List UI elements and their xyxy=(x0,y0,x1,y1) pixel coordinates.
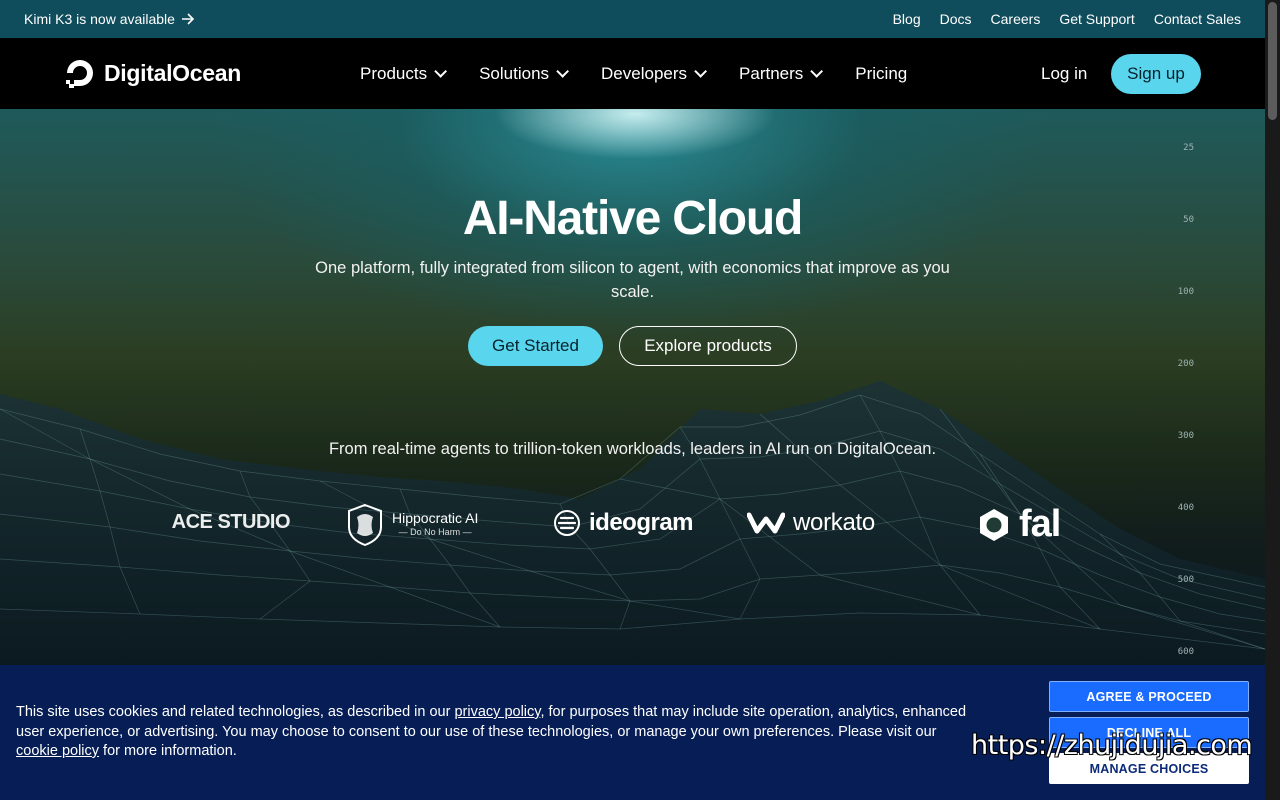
main-nav: DigitalOcean Products Solutions Develope… xyxy=(0,38,1265,109)
chevron-down-icon xyxy=(810,65,824,78)
cookie-message: This site uses cookies and related techn… xyxy=(16,703,976,762)
workato-logo: workato xyxy=(747,509,875,537)
fal-logo: fal xyxy=(977,503,1061,546)
chevron-down-icon xyxy=(694,65,708,78)
announcement-link[interactable]: Kimi K3 is now available xyxy=(24,11,195,27)
ruler-label: 25 xyxy=(1183,143,1194,153)
announcement-bar: Kimi K3 is now available Blog Docs Caree… xyxy=(0,0,1265,38)
ace-studio-wordmark: ACE STUDIO xyxy=(171,511,290,533)
ruler-label: 500 xyxy=(1177,575,1194,585)
announcement-text: Kimi K3 is now available xyxy=(24,11,175,27)
ruler-label: 100 xyxy=(1177,287,1194,297)
nav-menu: Products Solutions Developers Partners P… xyxy=(360,38,907,109)
link-contact-sales[interactable]: Contact Sales xyxy=(1154,11,1241,27)
agree-proceed-button[interactable]: AGREE & PROCEED xyxy=(1049,681,1249,712)
hippocratic-ai-logo: Hippocratic AI — Do No Harm — xyxy=(346,503,478,547)
workato-mark-icon xyxy=(747,512,785,534)
login-link[interactable]: Log in xyxy=(1041,64,1087,84)
ace-studio-logo: ACE STUDIO xyxy=(160,511,290,534)
nav-item-label: Developers xyxy=(601,63,688,83)
link-docs[interactable]: Docs xyxy=(940,11,972,27)
nav-item-solutions[interactable]: Solutions xyxy=(479,63,570,84)
get-started-button[interactable]: Get Started xyxy=(468,326,603,366)
hippocratic-ai-tagline: — Do No Harm — xyxy=(398,527,472,537)
privacy-policy-link[interactable]: privacy policy xyxy=(454,704,540,720)
hero-title: AI-Native Cloud xyxy=(462,192,804,245)
hippocratic-ai-wordmark: Hippocratic AI — Do No Harm — xyxy=(392,511,478,539)
ruler-label: 50 xyxy=(1183,215,1194,225)
cookie-text-start: This site uses cookies and related techn… xyxy=(16,704,455,720)
chevron-down-icon xyxy=(556,65,570,78)
cookie-policy-link[interactable]: cookie policy xyxy=(16,743,99,759)
ideogram-logo: ideogram xyxy=(553,509,694,537)
customer-logos: ACE STUDIO Hippocratic AI — Do No Harm —… xyxy=(0,501,1265,551)
ruler-label: 400 xyxy=(1177,503,1194,513)
ideogram-wordmark: ideogram xyxy=(589,509,694,536)
explore-products-button[interactable]: Explore products xyxy=(619,326,797,366)
link-get-support[interactable]: Get Support xyxy=(1059,11,1135,27)
nav-item-label: Solutions xyxy=(479,63,550,83)
leaders-caption: From real-time agents to trillion-token … xyxy=(328,440,937,458)
brand-logo[interactable]: DigitalOcean xyxy=(64,57,241,89)
depth-ruler: 25 50 100 200 300 400 500 600 xyxy=(1170,109,1200,665)
nav-item-label: Partners xyxy=(739,63,804,83)
ideogram-mark-icon xyxy=(554,510,580,536)
hippocratic-ai-emblem-icon xyxy=(348,503,382,547)
nav-item-products[interactable]: Products xyxy=(360,63,448,84)
link-careers[interactable]: Careers xyxy=(991,11,1041,27)
scrollbar-thumb[interactable] xyxy=(1268,2,1277,120)
ruler-label: 600 xyxy=(1177,647,1194,657)
arrow-right-icon xyxy=(181,13,195,25)
ruler-label: 200 xyxy=(1177,359,1194,369)
signup-button[interactable]: Sign up xyxy=(1111,54,1201,94)
nav-item-developers[interactable]: Developers xyxy=(601,63,708,84)
nav-item-partners[interactable]: Partners xyxy=(739,63,824,84)
hero-section: AI-Native Cloud One platform, fully inte… xyxy=(0,109,1265,665)
fal-mark-icon xyxy=(980,508,1008,541)
ruler-label: 300 xyxy=(1177,431,1194,441)
fal-wordmark: fal xyxy=(1019,503,1061,545)
workato-wordmark: workato xyxy=(793,509,875,536)
digitalocean-logo-icon xyxy=(66,60,93,88)
hero-subtitle: One platform, fully integrated from sili… xyxy=(315,259,950,301)
nav-item-pricing[interactable]: Pricing xyxy=(855,64,907,84)
link-blog[interactable]: Blog xyxy=(893,11,921,27)
chevron-down-icon xyxy=(434,65,448,78)
utility-links: Blog Docs Careers Get Support Contact Sa… xyxy=(893,11,1241,27)
watermark-text: https://zhujidujia.com xyxy=(971,730,1253,761)
brand-name: DigitalOcean xyxy=(104,59,241,86)
page-scrollbar[interactable] xyxy=(1265,0,1280,800)
nav-item-label: Pricing xyxy=(855,63,908,83)
cookie-text-end: for more information. xyxy=(99,743,237,759)
nav-item-label: Products xyxy=(360,63,428,83)
hippocratic-ai-name: Hippocratic AI xyxy=(392,510,479,526)
